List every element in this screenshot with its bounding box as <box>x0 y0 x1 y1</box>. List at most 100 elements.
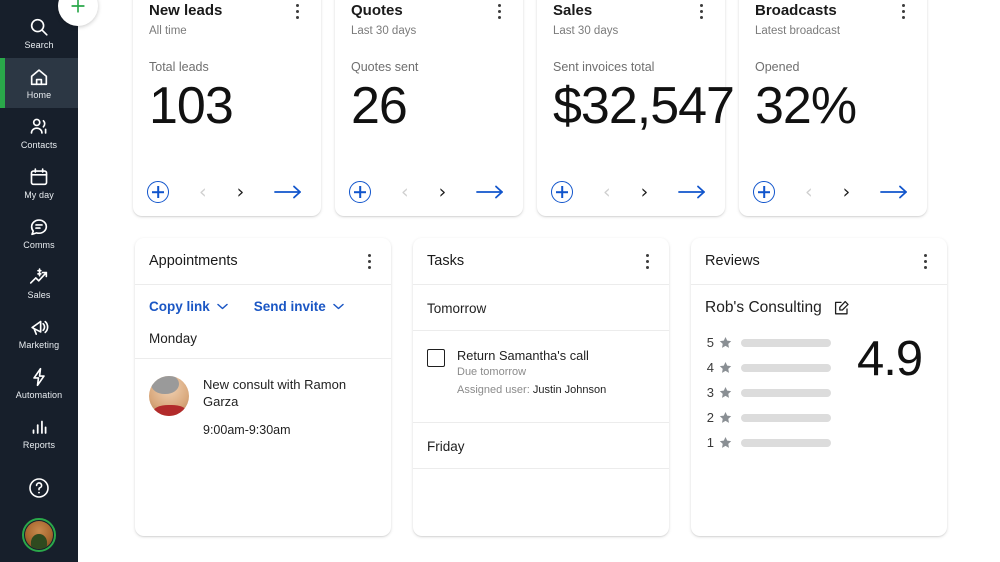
sidebar-item-label: Sales <box>27 289 51 300</box>
rating-bar-row: 5 <box>705 335 831 350</box>
kpi-card-subtitle: All time <box>149 25 187 37</box>
kpi-card-title: Broadcasts <box>755 2 837 19</box>
arrow-right-icon[interactable] <box>272 183 304 201</box>
kpi-card-new-leads[interactable]: New leads All time Total leads 103 ‹ › <box>133 0 321 216</box>
tasks-day-label-tomorrow: Tomorrow <box>413 285 669 331</box>
panel-row: Appointments Copy link Send invite Monda… <box>135 238 947 536</box>
rating-bar-track <box>741 388 831 397</box>
kpi-card-broadcasts[interactable]: Broadcasts Latest broadcast Opened 32% ‹… <box>739 0 927 216</box>
user-avatar[interactable] <box>22 518 56 552</box>
kpi-value: 103 <box>149 77 234 135</box>
send-invite-button[interactable]: Send invite <box>254 299 344 314</box>
task-due-date: Due tomorrow <box>457 366 527 378</box>
kpi-card-quotes[interactable]: Quotes Last 30 days Quotes sent 26 ‹ › <box>335 0 523 216</box>
sidebar-item-comms[interactable]: Comms <box>0 208 78 258</box>
kebab-menu-icon[interactable] <box>917 252 933 270</box>
star-icon <box>719 361 732 374</box>
prev-chevron-icon[interactable]: ‹ <box>401 182 409 202</box>
send-invite-label: Send invite <box>253 299 326 314</box>
kpi-card-header: Sales Last 30 days <box>553 2 709 38</box>
kpi-card-header: Quotes Last 30 days <box>351 2 507 38</box>
prev-chevron-icon[interactable]: ‹ <box>805 182 813 202</box>
appointment-title: New consult with Ramon Garza <box>203 377 347 409</box>
kpi-card-title: Quotes <box>351 2 403 19</box>
panel-title: Tasks <box>427 253 465 269</box>
kebab-menu-icon[interactable] <box>491 2 507 20</box>
prev-chevron-icon[interactable]: ‹ <box>603 182 611 202</box>
sidebar-item-automation[interactable]: Automation <box>0 358 78 408</box>
kpi-metric-label: Total leads <box>149 60 209 74</box>
kpi-value: $32,547 <box>553 77 735 135</box>
sidebar-item-label: Contacts <box>20 139 58 150</box>
add-circle-icon[interactable] <box>551 181 573 203</box>
star-icon <box>719 436 732 449</box>
sidebar-item-label: Reports <box>22 439 56 450</box>
sidebar-item-reports[interactable]: Reports <box>0 408 78 458</box>
add-circle-icon[interactable] <box>753 181 775 203</box>
sales-chart-icon <box>28 266 50 288</box>
panel-title: Appointments <box>149 253 238 269</box>
megaphone-icon <box>28 316 50 338</box>
appointments-day-label: Monday <box>135 314 391 359</box>
prev-chevron-icon[interactable]: ‹ <box>199 182 207 202</box>
add-circle-icon[interactable] <box>349 181 371 203</box>
appointments-panel: Appointments Copy link Send invite Monda… <box>135 238 391 536</box>
kpi-card-subtitle: Last 30 days <box>351 25 417 37</box>
appointments-panel-header: Appointments <box>135 238 391 285</box>
kebab-menu-icon[interactable] <box>361 252 377 270</box>
reviews-distribution: 5 4 3 2 1 4.9 <box>691 317 947 450</box>
rating-bar-row: 2 <box>705 410 831 425</box>
chevron-down-icon <box>217 303 228 310</box>
arrow-right-icon[interactable] <box>676 183 708 201</box>
kpi-card-actions: ‹ › <box>133 168 321 216</box>
avatar-image <box>25 521 53 549</box>
edit-pencil-icon[interactable] <box>834 300 850 316</box>
rating-bar-list: 5 4 3 2 1 <box>705 331 831 450</box>
kebab-menu-icon[interactable] <box>289 2 305 20</box>
arrow-right-icon[interactable] <box>878 183 910 201</box>
rating-number: 2 <box>706 410 714 425</box>
kpi-card-row: New leads All time Total leads 103 ‹ › Q… <box>133 0 927 216</box>
rating-number: 3 <box>706 385 714 400</box>
appointment-time: 9:00am-9:30am <box>203 423 291 437</box>
next-chevron-icon[interactable]: › <box>641 182 649 202</box>
sidebar-item-contacts[interactable]: Contacts <box>0 108 78 158</box>
sidebar-item-label: Home <box>26 89 52 100</box>
next-chevron-icon[interactable]: › <box>439 182 447 202</box>
arrow-right-icon[interactable] <box>474 183 506 201</box>
task-list-item[interactable]: Return Samantha's call Due tomorrow Assi… <box>413 331 669 396</box>
task-checkbox[interactable] <box>427 349 445 367</box>
star-icon <box>719 336 732 349</box>
reviews-body: Rob's Consulting 5 4 3 2 1 4.9 <box>691 285 947 536</box>
rating-bar-row: 3 <box>705 385 831 400</box>
kebab-menu-icon[interactable] <box>895 2 911 20</box>
kebab-menu-icon[interactable] <box>639 252 655 270</box>
copy-link-button[interactable]: Copy link <box>149 299 228 314</box>
task-details: Return Samantha's call Due tomorrow Assi… <box>457 348 606 396</box>
star-icon <box>719 386 732 399</box>
sidebar-item-label: Comms <box>23 239 55 250</box>
sidebar-item-label: Search <box>24 39 54 50</box>
reviews-panel-header: Reviews <box>691 238 947 285</box>
panel-title: Reviews <box>705 253 760 269</box>
kpi-card-header: Broadcasts Latest broadcast <box>755 2 911 38</box>
sidebar-item-label: My day <box>24 189 54 200</box>
next-chevron-icon[interactable]: › <box>843 182 851 202</box>
kpi-card-sales[interactable]: Sales Last 30 days Sent invoices total $… <box>537 0 735 216</box>
home-icon <box>28 66 50 88</box>
appointments-actions: Copy link Send invite <box>135 285 391 314</box>
sidebar-item-home[interactable]: Home <box>0 58 78 108</box>
sidebar-item-sales[interactable]: Sales <box>0 258 78 308</box>
sidebar-bottom <box>0 476 78 552</box>
help-circle-icon[interactable] <box>27 476 51 500</box>
next-chevron-icon[interactable]: › <box>237 182 245 202</box>
star-icon <box>719 411 732 424</box>
tasks-gap <box>413 396 669 422</box>
rating-bar-track <box>741 363 831 372</box>
kebab-menu-icon[interactable] <box>693 2 709 20</box>
appointment-list-item[interactable]: New consult with Ramon Garza 9:00am-9:30… <box>135 359 391 437</box>
add-circle-icon[interactable] <box>147 181 169 203</box>
sidebar-item-marketing[interactable]: Marketing <box>0 308 78 358</box>
average-rating-score: 4.9 <box>857 332 923 386</box>
sidebar-item-my-day[interactable]: My day <box>0 158 78 208</box>
